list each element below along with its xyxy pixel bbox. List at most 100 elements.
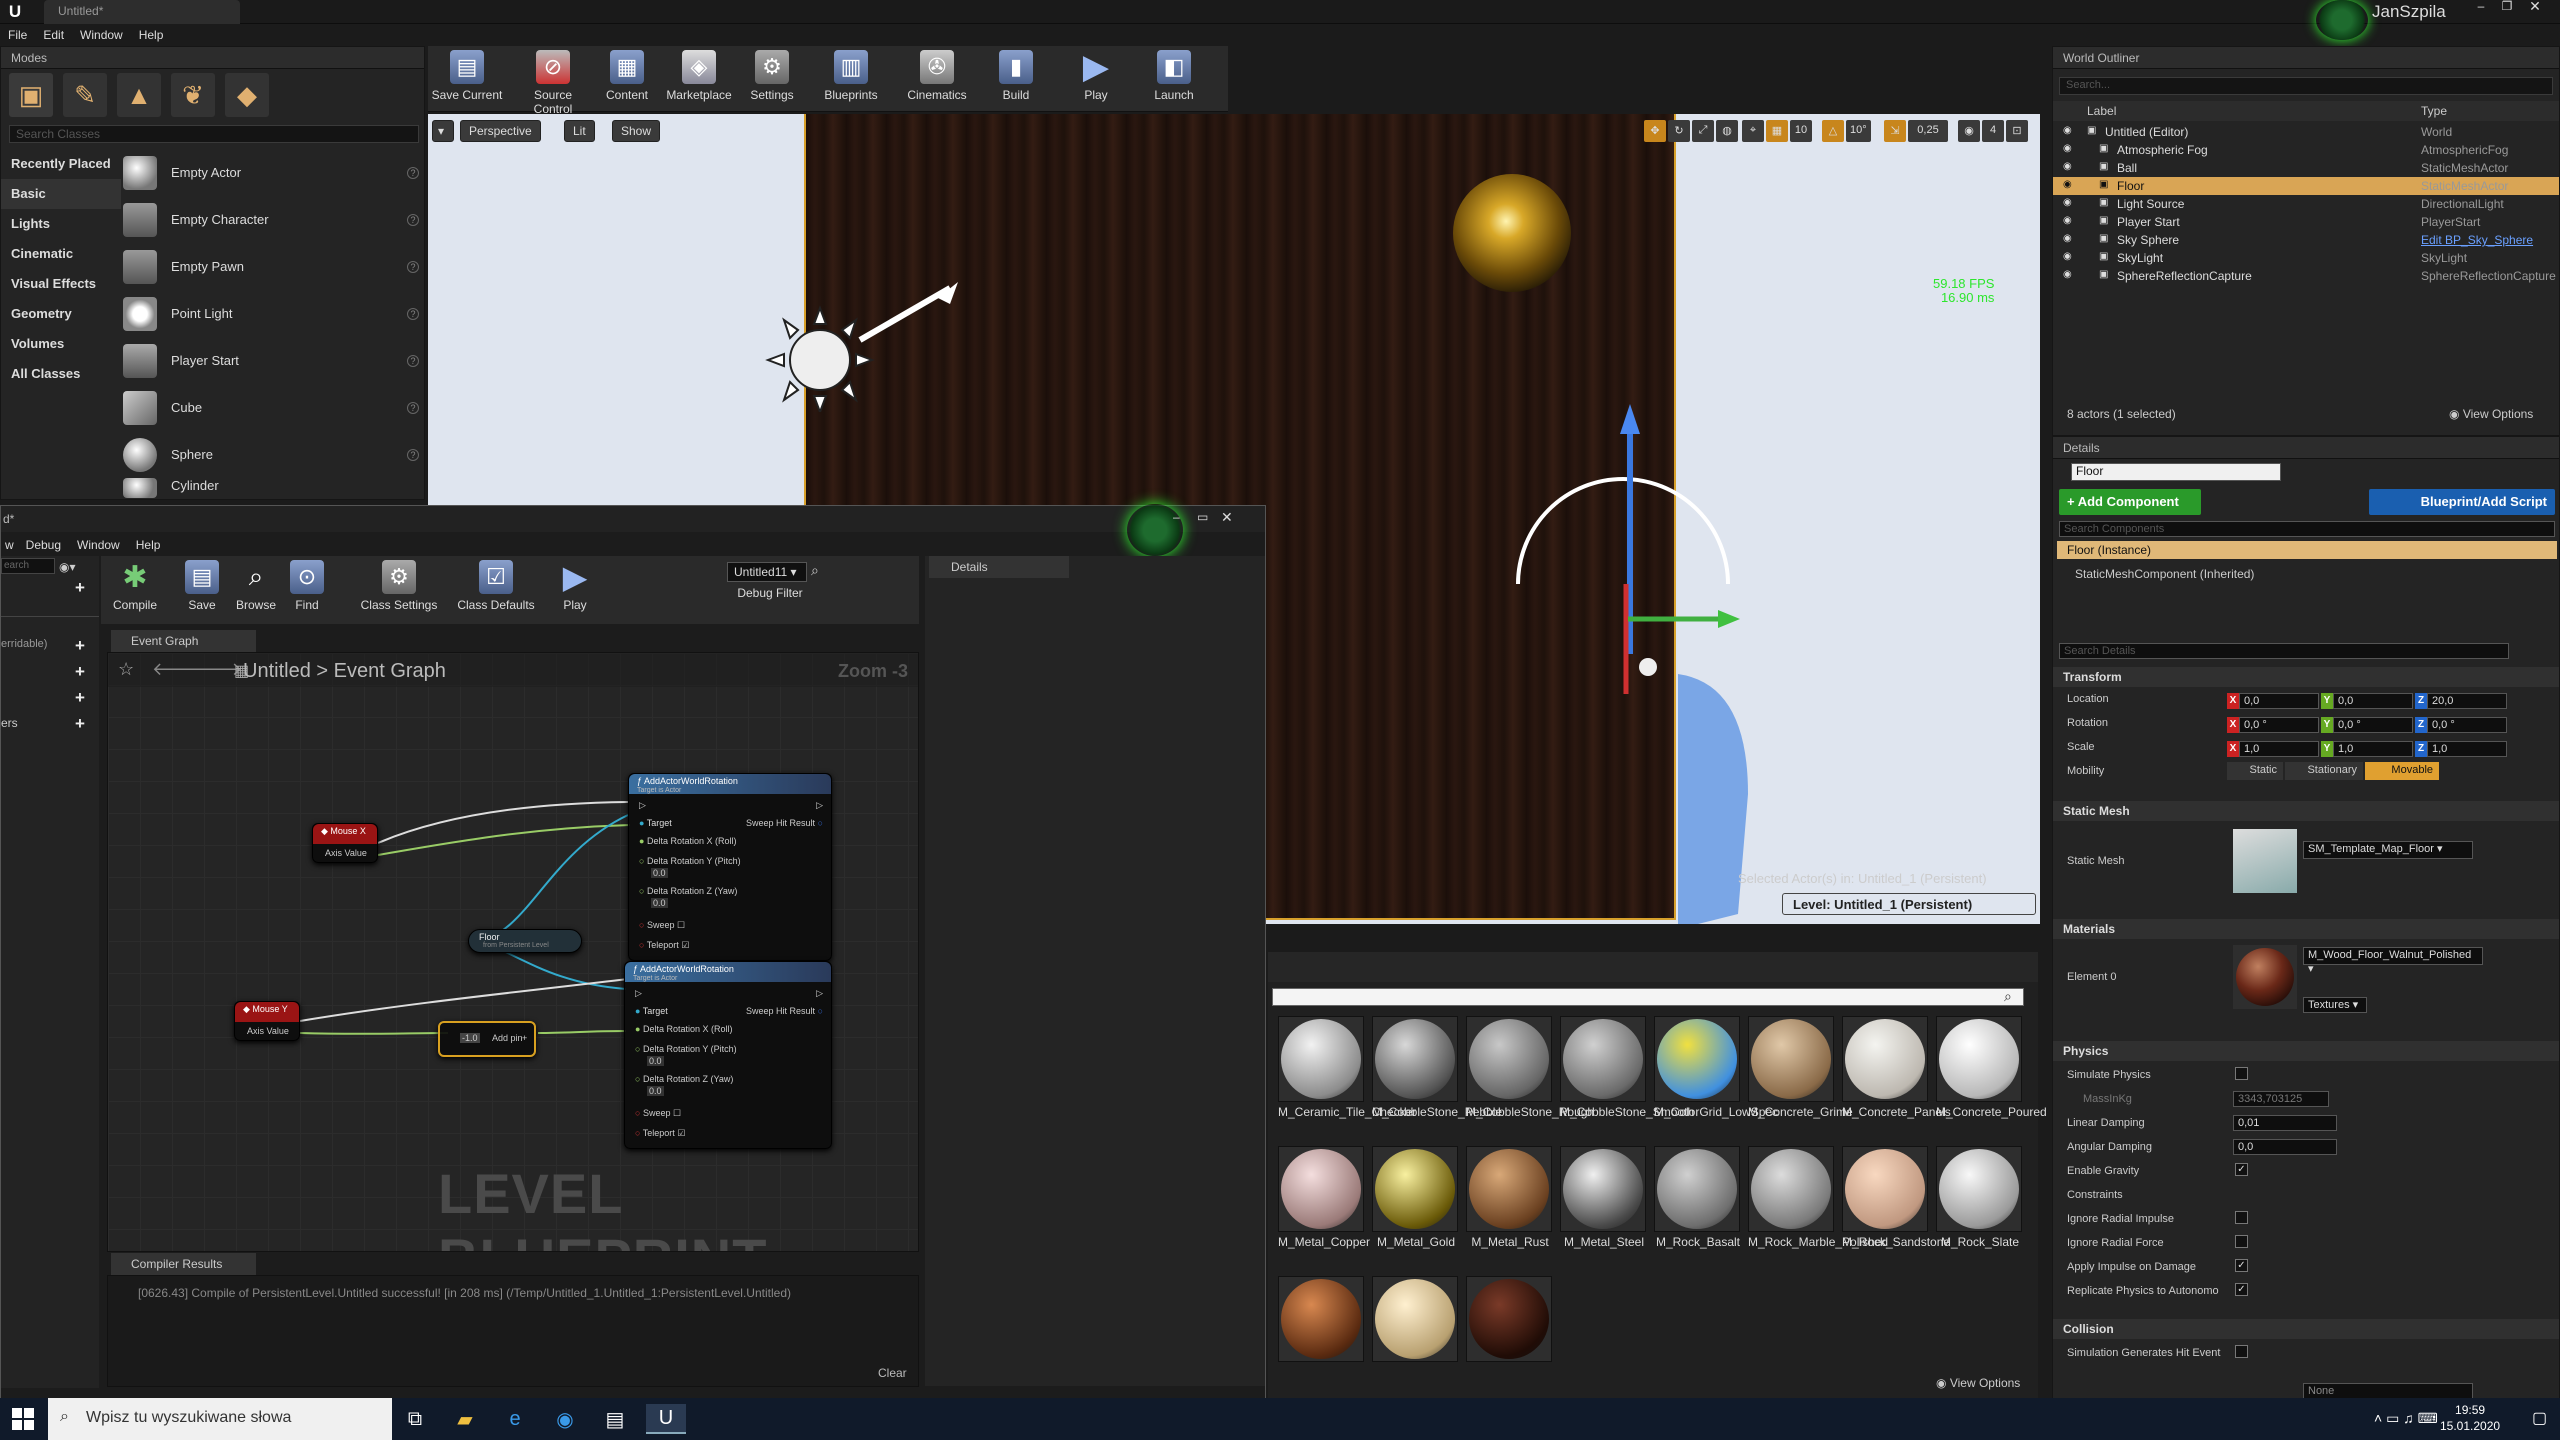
collision-preset-select[interactable]: None [2303,1383,2473,1399]
node-mouse-x[interactable]: ◆ Mouse X Axis Value [312,823,378,863]
column-type[interactable]: Type [2421,104,2447,118]
player-pawn-mesh[interactable] [1678,674,1778,924]
category-basic[interactable]: Basic [1,179,121,209]
visibility-eye-icon[interactable]: ◉ [2063,269,2072,280]
debug-object-select[interactable]: Untitled11 ▾ [727,562,807,582]
task-view-icon[interactable]: ⧉ [398,1404,432,1434]
pitch-pin[interactable]: ○ Delta Rotation Y (Pitch) [635,1044,737,1054]
foliage-mode-icon[interactable]: ❦ [171,73,215,117]
asset-tile[interactable]: M_Concrete_Poured [1936,1016,2047,1119]
column-label[interactable]: Label [2087,104,2116,118]
replicate-physics-checkbox[interactable]: ✓ [2235,1283,2248,1296]
visibility-eye-icon[interactable]: ◉ [2063,125,2072,136]
paint-mode-icon[interactable]: ✎ [63,73,107,117]
add-icon[interactable]: + [75,578,91,597]
category-volumes[interactable]: Volumes [1,329,121,359]
visibility-eye-icon[interactable]: ◉ [2063,143,2072,154]
outliner-row[interactable]: ◉ ▣ Sky Sphere Edit BP_Sky_Sphere [2053,231,2559,249]
visibility-eye-icon[interactable]: ◉ [2063,161,2072,172]
asset-tile[interactable]: M_Concrete_Grime [1748,1016,1853,1119]
roll-pin[interactable]: ● Delta Rotation X (Roll) [639,836,737,846]
play-button[interactable]: ▶ Play [547,559,603,620]
mobility-static-button[interactable]: Static [2227,762,2283,780]
visibility-eye-icon[interactable]: ◉ [2063,215,2072,226]
asset-tile[interactable]: M_Rock_Basalt [1654,1146,1742,1249]
asset-tile[interactable]: M_CobbleStone_Rough [1466,1016,1594,1119]
actor-item[interactable]: Cube? [123,384,423,431]
actor-item[interactable]: Cylinder [123,478,423,498]
section-materials[interactable]: Materials [2053,919,2559,939]
asset-tile[interactable]: M_Rock_Sandstone [1842,1146,1950,1249]
section-physics[interactable]: Physics [2053,1041,2559,1061]
clock[interactable]: 19:59 15.01.2020 [2440,1402,2500,1434]
category-cinematic[interactable]: Cinematic [1,239,121,269]
section-collision[interactable]: Collision [2053,1319,2559,1339]
outliner-row[interactable]: ◉ ▣ Ball StaticMeshActor [2053,159,2559,177]
view-options-button[interactable]: ◉ View Options [2449,407,2533,421]
directional-light-icon[interactable] [750,282,960,412]
actor-item[interactable]: Empty Character? [123,196,423,243]
add-component-button[interactable]: + Add Component [2059,489,2201,515]
surface-snap-icon[interactable]: ⌖ [1742,120,1764,142]
scale-y-input[interactable]: 1,0 [2333,741,2413,757]
node-add-actor-world-rotation[interactable]: ƒ AddActorWorldRotation Target is Actor ▷ ▷… [624,961,832,1149]
visibility-eye-icon[interactable]: ◉ [2063,251,2072,262]
asset-search-input[interactable] [1272,988,2024,1006]
breadcrumb-root[interactable]: Untitled [243,660,311,682]
sweep-hit-pin[interactable]: Sweep Hit Result ○ [746,1006,823,1016]
node-add-float[interactable]: -1.0 Add pin + [438,1021,536,1057]
close-icon[interactable]: ✕ [2524,0,2546,14]
tray-icons[interactable]: ˄ ▭ ♫ ⌨ [2374,1410,2438,1427]
target-pin[interactable]: ● Target [635,1006,668,1016]
perspective-button[interactable]: Perspective [460,120,541,142]
component-instance-row[interactable]: Floor (Instance) [2057,541,2557,559]
outliner-row-type[interactable]: Edit BP_Sky_Sphere [2421,233,2533,247]
float-input[interactable]: -1.0 [460,1033,480,1043]
scale-z-input[interactable]: 1,0 [2427,741,2507,757]
cinematics-button[interactable]: ✇ Cinematics [898,50,976,110]
roll-pin[interactable]: ● Delta Rotation X (Roll) [635,1024,733,1034]
outliner-search-input[interactable]: Search... [2059,77,2553,95]
asset-tile[interactable]: M_Rock_Marble_Polished [1748,1146,1888,1249]
teleport-pin[interactable]: ○ Teleport ☑ [635,1128,685,1139]
asset-tile[interactable]: M_Concrete_Panels [1842,1016,1951,1119]
outliner-row[interactable]: ◉ ▣ Light Source DirectionalLight [2053,195,2559,213]
location-label[interactable]: Location [2067,693,2109,705]
content-button[interactable]: ▦ Content [596,50,658,110]
enable-gravity-checkbox[interactable]: ✓ [2235,1163,2248,1176]
asset-tile[interactable]: M_Ceramic_Tile_Checker [1278,1016,1416,1119]
rotation-snap-value[interactable]: 10° [1846,120,1871,142]
rotation-x-input[interactable]: 0,0 ° [2239,717,2319,733]
yaw-input[interactable]: 0.0 [651,898,668,908]
menu-debug[interactable]: Debug [18,534,69,556]
camera-speed-icon[interactable]: ◉ [1958,120,1980,142]
sweep-pin[interactable]: ○ Sweep ☐ [639,920,685,931]
lit-button[interactable]: Lit [564,120,595,142]
section-transform[interactable]: Transform [2053,667,2559,687]
asset-tile[interactable]: M_ColorGrid_LowSpec [1654,1016,1778,1119]
outliner-row[interactable]: ◉ ▣ SkyLight SkyLight [2053,249,2559,267]
linear-damping-input[interactable]: 0,01 [2233,1115,2337,1131]
pitch-pin[interactable]: ○ Delta Rotation Y (Pitch) [639,856,741,866]
help-icon[interactable]: ? [407,448,419,461]
component-inherited-row[interactable]: StaticMeshComponent (Inherited) [2075,567,2254,581]
find-button[interactable]: ⊙ Find [285,560,329,620]
actor-item[interactable]: Empty Actor? [123,149,423,196]
mobility-stationary-button[interactable]: Stationary [2285,762,2363,780]
category-recently-placed[interactable]: Recently Placed [1,149,121,179]
category-visual-effects[interactable]: Visual Effects [1,269,121,299]
windows-start-icon[interactable] [10,1406,36,1432]
maximize-icon[interactable]: ❐ [2496,0,2518,14]
static-mesh-thumbnail[interactable] [2233,829,2297,893]
mass-input[interactable]: 3343,703125 [2233,1091,2329,1107]
category-geometry[interactable]: Geometry [1,299,121,329]
gold-ball-mesh[interactable] [1453,174,1571,292]
add-pin-icon[interactable]: + [522,1033,527,1043]
rotation-z-input[interactable]: 0,0 ° [2427,717,2507,733]
outliner-row[interactable]: ◉ ▣ SphereReflectionCapture SphereReflectio… [2053,267,2559,285]
class-defaults-button[interactable]: ☑ Class Defaults [451,560,541,620]
asset-tile[interactable]: M_CobbleStone_Pebble [1372,1016,1502,1119]
add-dispatcher-icon[interactable]: + [75,714,91,733]
browse-button[interactable]: ⌕ Browse [231,560,281,620]
blueprints-button[interactable]: ▥ Blueprints [812,50,890,110]
